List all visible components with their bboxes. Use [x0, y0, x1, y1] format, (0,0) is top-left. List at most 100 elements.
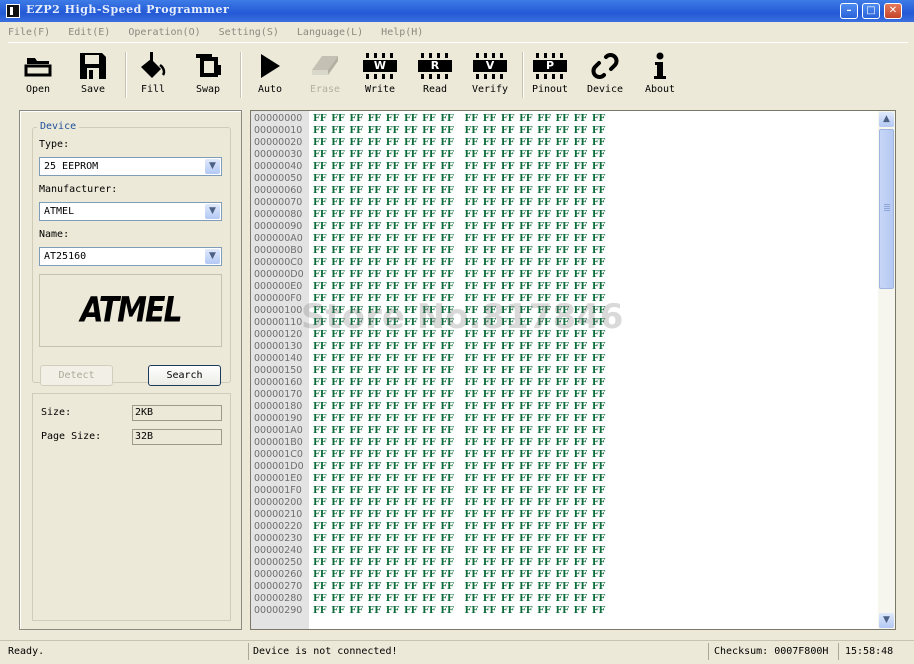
hex-byte[interactable]: FF	[440, 185, 458, 197]
hex-byte[interactable]: FF	[483, 317, 501, 329]
hex-byte[interactable]: FF	[331, 317, 349, 329]
menu-setting[interactable]: Setting(S)	[219, 24, 279, 42]
hex-byte[interactable]: FF	[404, 509, 422, 521]
hex-byte[interactable]: FF	[501, 425, 519, 437]
hex-byte[interactable]: FF	[501, 449, 519, 461]
hex-byte[interactable]: FF	[331, 521, 349, 533]
hex-byte[interactable]: FF	[555, 341, 573, 353]
hex-byte[interactable]: FF	[422, 425, 440, 437]
hex-byte[interactable]: FF	[422, 149, 440, 161]
hex-byte[interactable]: FF	[331, 377, 349, 389]
hex-byte[interactable]: FF	[537, 377, 555, 389]
hex-byte[interactable]: FF	[555, 281, 573, 293]
hex-byte[interactable]: FF	[404, 473, 422, 485]
hex-byte[interactable]: FF	[592, 497, 610, 509]
hex-byte[interactable]: FF	[465, 497, 483, 509]
row-bytes[interactable]: FF FF FF FF FF FF FF FF FF FF FF FF FF FF FF FF	[313, 509, 610, 521]
hex-byte[interactable]: FF	[483, 281, 501, 293]
hex-byte[interactable]: FF	[501, 269, 519, 281]
hex-byte[interactable]: FF	[519, 365, 537, 377]
hex-byte[interactable]: FF	[331, 461, 349, 473]
hex-byte[interactable]: FF	[386, 365, 404, 377]
hex-byte[interactable]: FF	[555, 413, 573, 425]
row-bytes[interactable]: FF FF FF FF FF FF FF FF FF FF FF FF FF FF FF FF	[313, 149, 610, 161]
hex-byte[interactable]: FF	[422, 533, 440, 545]
hex-byte[interactable]: FF	[465, 137, 483, 149]
hex-byte[interactable]: FF	[537, 569, 555, 581]
hex-byte[interactable]: FF	[555, 437, 573, 449]
hex-byte[interactable]: FF	[422, 461, 440, 473]
row-bytes[interactable]: FF FF FF FF FF FF FF FF FF FF FF FF FF FF FF FF	[313, 137, 610, 149]
hex-byte[interactable]: FF	[349, 197, 367, 209]
hex-byte[interactable]: FF	[386, 329, 404, 341]
hex-byte[interactable]: FF	[404, 365, 422, 377]
hex-byte[interactable]: FF	[422, 185, 440, 197]
hex-byte[interactable]: FF	[519, 377, 537, 389]
hex-byte[interactable]: FF	[519, 425, 537, 437]
hex-byte[interactable]: FF	[537, 461, 555, 473]
row-bytes[interactable]: FF FF FF FF FF FF FF FF FF FF FF FF FF FF FF FF	[313, 341, 610, 353]
hex-byte[interactable]: FF	[574, 185, 592, 197]
hex-byte[interactable]: FF	[501, 221, 519, 233]
hex-byte[interactable]: FF	[483, 269, 501, 281]
hex-byte[interactable]: FF	[519, 305, 537, 317]
hex-byte[interactable]: FF	[483, 557, 501, 569]
hex-byte[interactable]: FF	[440, 233, 458, 245]
hex-byte[interactable]: FF	[574, 329, 592, 341]
hex-byte[interactable]: FF	[404, 581, 422, 593]
hex-byte[interactable]: FF	[313, 485, 331, 497]
hex-byte[interactable]: FF	[349, 497, 367, 509]
hex-byte[interactable]: FF	[440, 329, 458, 341]
hex-byte[interactable]: FF	[349, 269, 367, 281]
hex-byte[interactable]: FF	[537, 125, 555, 137]
hex-byte[interactable]: FF	[465, 449, 483, 461]
hex-byte[interactable]: FF	[386, 149, 404, 161]
hex-byte[interactable]: FF	[440, 281, 458, 293]
hex-byte[interactable]: FF	[519, 509, 537, 521]
hex-byte[interactable]: FF	[483, 509, 501, 521]
hex-byte[interactable]: FF	[404, 545, 422, 557]
row-bytes[interactable]: FF FF FF FF FF FF FF FF FF FF FF FF FF FF FF FF	[313, 173, 610, 185]
hex-byte[interactable]: FF	[555, 269, 573, 281]
hex-byte[interactable]: FF	[537, 149, 555, 161]
hex-byte[interactable]: FF	[331, 305, 349, 317]
hex-byte[interactable]: FF	[537, 305, 555, 317]
hex-byte[interactable]: FF	[519, 329, 537, 341]
row-bytes[interactable]: FF FF FF FF FF FF FF FF FF FF FF FF FF FF FF FF	[313, 389, 610, 401]
fill-button[interactable]: Fill	[128, 50, 178, 95]
hex-byte[interactable]: FF	[501, 353, 519, 365]
hex-byte[interactable]: FF	[331, 269, 349, 281]
hex-byte[interactable]: FF	[313, 221, 331, 233]
hex-byte[interactable]: FF	[331, 173, 349, 185]
hex-byte[interactable]: FF	[537, 209, 555, 221]
hex-byte[interactable]: FF	[313, 353, 331, 365]
hex-byte[interactable]: FF	[574, 293, 592, 305]
hex-byte[interactable]: FF	[368, 485, 386, 497]
hex-byte[interactable]: FF	[422, 569, 440, 581]
hex-byte[interactable]: FF	[501, 545, 519, 557]
hex-byte[interactable]: FF	[555, 197, 573, 209]
hex-byte[interactable]: FF	[592, 293, 610, 305]
hex-byte[interactable]: FF	[537, 401, 555, 413]
hex-byte[interactable]: FF	[501, 329, 519, 341]
hex-byte[interactable]: FF	[592, 509, 610, 521]
hex-byte[interactable]: FF	[331, 125, 349, 137]
hex-byte[interactable]: FF	[386, 161, 404, 173]
hex-byte[interactable]: FF	[555, 377, 573, 389]
hex-byte[interactable]: FF	[404, 185, 422, 197]
hex-byte[interactable]: FF	[465, 317, 483, 329]
hex-byte[interactable]: FF	[331, 329, 349, 341]
hex-byte[interactable]: FF	[555, 233, 573, 245]
hex-byte[interactable]: FF	[483, 233, 501, 245]
hex-byte[interactable]: FF	[483, 533, 501, 545]
hex-byte[interactable]: FF	[386, 437, 404, 449]
hex-byte[interactable]: FF	[537, 161, 555, 173]
hex-byte[interactable]: FF	[422, 305, 440, 317]
row-bytes[interactable]: FF FF FF FF FF FF FF FF FF FF FF FF FF FF FF FF	[313, 497, 610, 509]
hex-byte[interactable]: FF	[349, 173, 367, 185]
hex-byte[interactable]: FF	[331, 185, 349, 197]
hex-byte[interactable]: FF	[592, 521, 610, 533]
hex-byte[interactable]: FF	[440, 209, 458, 221]
hex-byte[interactable]: FF	[422, 485, 440, 497]
hex-byte[interactable]: FF	[313, 257, 331, 269]
